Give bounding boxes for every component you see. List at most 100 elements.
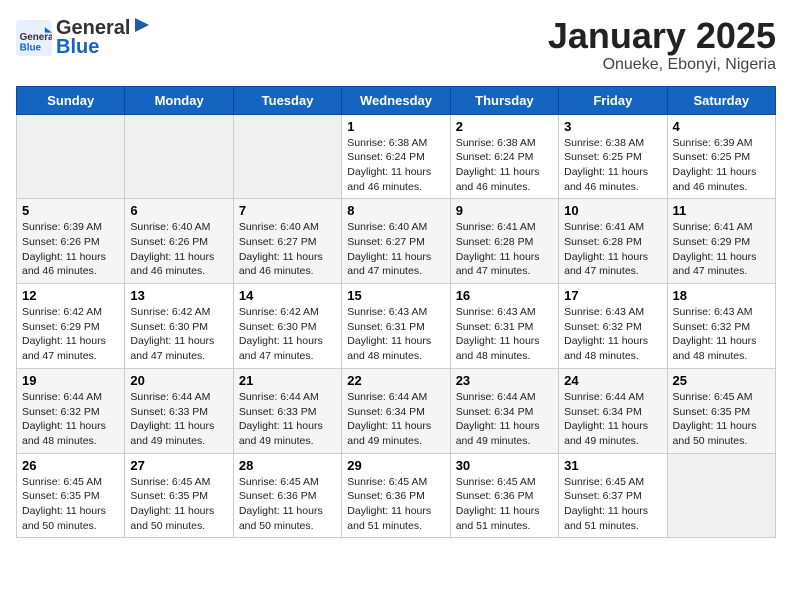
day-cell: 28 Sunrise: 6:45 AM Sunset: 6:36 PM Dayli… (233, 453, 341, 538)
day-cell: 26Sunrise: 6:45 AM Sunset: 6:35 PM Dayli… (17, 453, 125, 538)
svg-text:General: General (20, 31, 52, 42)
day-cell: 17 Sunrise: 6:43 AM Sunset: 6:32 PM Dayli… (559, 284, 667, 369)
day-number: 16 (456, 288, 553, 303)
week-row-2: 5Sunrise: 6:39 AM Sunset: 6:26 PM Daylig… (17, 199, 776, 284)
day-number: 12 (22, 288, 119, 303)
calendar-title: January 2025 (548, 16, 776, 56)
day-info: Sunrise: 6:44 AM Sunset: 6:34 PM Dayligh… (347, 390, 444, 449)
day-number: 5 (22, 203, 119, 218)
day-info: Sunrise: 6:42 AM Sunset: 6:30 PM Dayligh… (239, 305, 336, 364)
svg-text:Blue: Blue (20, 42, 42, 53)
title-block: January 2025 Onueke, Ebonyi, Nigeria (548, 16, 776, 74)
weekday-header-row: SundayMondayTuesdayWednesdayThursdayFrid… (17, 86, 776, 114)
day-info: Sunrise: 6:44 AM Sunset: 6:34 PM Dayligh… (564, 390, 661, 449)
weekday-header-friday: Friday (559, 86, 667, 114)
day-cell: 13 Sunrise: 6:42 AM Sunset: 6:30 PM Dayli… (125, 284, 233, 369)
day-info: Sunrise: 6:44 AM Sunset: 6:33 PM Dayligh… (239, 390, 336, 449)
day-cell: 5Sunrise: 6:39 AM Sunset: 6:26 PM Daylig… (17, 199, 125, 284)
day-cell: 21Sunrise: 6:44 AM Sunset: 6:33 PM Dayli… (233, 368, 341, 453)
day-info: Sunrise: 6:45 AM Sunset: 6:35 PM Dayligh… (673, 390, 770, 449)
weekday-header-wednesday: Wednesday (342, 86, 450, 114)
day-number: 31 (564, 458, 661, 473)
day-number: 29 (347, 458, 444, 473)
day-number: 30 (456, 458, 553, 473)
day-number: 25 (673, 373, 770, 388)
week-row-4: 19Sunrise: 6:44 AM Sunset: 6:32 PM Dayli… (17, 368, 776, 453)
day-number: 13 (130, 288, 227, 303)
day-number: 15 (347, 288, 444, 303)
day-number: 18 (673, 288, 770, 303)
day-info: Sunrise: 6:45 AM Sunset: 6:35 PM Dayligh… (22, 475, 119, 534)
weekday-header-monday: Monday (125, 86, 233, 114)
weekday-header-tuesday: Tuesday (233, 86, 341, 114)
day-info: Sunrise: 6:45 AM Sunset: 6:36 PM Dayligh… (456, 475, 553, 534)
day-number: 17 (564, 288, 661, 303)
day-number: 6 (130, 203, 227, 218)
weekday-header-thursday: Thursday (450, 86, 558, 114)
day-number: 19 (22, 373, 119, 388)
day-number: 28 (239, 458, 336, 473)
day-info: Sunrise: 6:41 AM Sunset: 6:29 PM Dayligh… (673, 220, 770, 279)
day-info: Sunrise: 6:45 AM Sunset: 6:35 PM Dayligh… (130, 475, 227, 534)
day-cell: 24 Sunrise: 6:44 AM Sunset: 6:34 PM Dayli… (559, 368, 667, 453)
day-cell: 2Sunrise: 6:38 AM Sunset: 6:24 PM Daylig… (450, 114, 558, 199)
day-info: Sunrise: 6:45 AM Sunset: 6:37 PM Dayligh… (564, 475, 661, 534)
day-cell: 3 Sunrise: 6:38 AM Sunset: 6:25 PM Daylig… (559, 114, 667, 199)
week-row-3: 12 Sunrise: 6:42 AM Sunset: 6:29 PM Dayli… (17, 284, 776, 369)
day-info: Sunrise: 6:42 AM Sunset: 6:29 PM Dayligh… (22, 305, 119, 364)
calendar-table: SundayMondayTuesdayWednesdayThursdayFrid… (16, 86, 776, 539)
week-row-5: 26Sunrise: 6:45 AM Sunset: 6:35 PM Dayli… (17, 453, 776, 538)
day-info: Sunrise: 6:39 AM Sunset: 6:25 PM Dayligh… (673, 136, 770, 195)
day-cell (667, 453, 775, 538)
day-cell: 20Sunrise: 6:44 AM Sunset: 6:33 PM Dayli… (125, 368, 233, 453)
day-cell: 14 Sunrise: 6:42 AM Sunset: 6:30 PM Dayli… (233, 284, 341, 369)
day-number: 8 (347, 203, 444, 218)
day-number: 24 (564, 373, 661, 388)
day-cell: 6 Sunrise: 6:40 AM Sunset: 6:26 PM Daylig… (125, 199, 233, 284)
day-info: Sunrise: 6:43 AM Sunset: 6:32 PM Dayligh… (564, 305, 661, 364)
day-info: Sunrise: 6:40 AM Sunset: 6:27 PM Dayligh… (347, 220, 444, 279)
day-cell: 4Sunrise: 6:39 AM Sunset: 6:25 PM Daylig… (667, 114, 775, 199)
day-cell: 7 Sunrise: 6:40 AM Sunset: 6:27 PM Daylig… (233, 199, 341, 284)
day-cell: 23Sunrise: 6:44 AM Sunset: 6:34 PM Dayli… (450, 368, 558, 453)
day-info: Sunrise: 6:43 AM Sunset: 6:31 PM Dayligh… (347, 305, 444, 364)
day-info: Sunrise: 6:38 AM Sunset: 6:25 PM Dayligh… (564, 136, 661, 195)
day-cell: 8 Sunrise: 6:40 AM Sunset: 6:27 PM Daylig… (342, 199, 450, 284)
day-number: 10 (564, 203, 661, 218)
day-info: Sunrise: 6:42 AM Sunset: 6:30 PM Dayligh… (130, 305, 227, 364)
day-cell: 29 Sunrise: 6:45 AM Sunset: 6:36 PM Dayli… (342, 453, 450, 538)
day-cell: 30 Sunrise: 6:45 AM Sunset: 6:36 PM Dayli… (450, 453, 558, 538)
day-number: 22 (347, 373, 444, 388)
day-cell: 12 Sunrise: 6:42 AM Sunset: 6:29 PM Dayli… (17, 284, 125, 369)
day-info: Sunrise: 6:43 AM Sunset: 6:31 PM Dayligh… (456, 305, 553, 364)
day-number: 20 (130, 373, 227, 388)
day-info: Sunrise: 6:40 AM Sunset: 6:27 PM Dayligh… (239, 220, 336, 279)
day-cell (17, 114, 125, 199)
day-number: 11 (673, 203, 770, 218)
weekday-header-sunday: Sunday (17, 86, 125, 114)
day-cell: 25 Sunrise: 6:45 AM Sunset: 6:35 PM Dayli… (667, 368, 775, 453)
page-header: General Blue General Blue January 2025 O… (16, 16, 776, 74)
logo-triangle-icon (131, 16, 149, 34)
week-row-1: 1Sunrise: 6:38 AM Sunset: 6:24 PM Daylig… (17, 114, 776, 199)
day-cell: 1Sunrise: 6:38 AM Sunset: 6:24 PM Daylig… (342, 114, 450, 199)
day-cell: 31 Sunrise: 6:45 AM Sunset: 6:37 PM Dayli… (559, 453, 667, 538)
logo: General Blue General Blue (16, 16, 149, 59)
day-cell (233, 114, 341, 199)
day-number: 3 (564, 119, 661, 134)
day-number: 9 (456, 203, 553, 218)
day-number: 14 (239, 288, 336, 303)
day-cell: 22 Sunrise: 6:44 AM Sunset: 6:34 PM Dayli… (342, 368, 450, 453)
day-info: Sunrise: 6:40 AM Sunset: 6:26 PM Dayligh… (130, 220, 227, 279)
weekday-header-saturday: Saturday (667, 86, 775, 114)
day-number: 27 (130, 458, 227, 473)
day-cell: 16 Sunrise: 6:43 AM Sunset: 6:31 PM Dayli… (450, 284, 558, 369)
day-cell: 27 Sunrise: 6:45 AM Sunset: 6:35 PM Dayli… (125, 453, 233, 538)
day-number: 7 (239, 203, 336, 218)
calendar-subtitle: Onueke, Ebonyi, Nigeria (548, 56, 776, 74)
day-info: Sunrise: 6:45 AM Sunset: 6:36 PM Dayligh… (239, 475, 336, 534)
day-cell: 11 Sunrise: 6:41 AM Sunset: 6:29 PM Dayli… (667, 199, 775, 284)
day-number: 23 (456, 373, 553, 388)
day-info: Sunrise: 6:38 AM Sunset: 6:24 PM Dayligh… (347, 136, 444, 195)
day-info: Sunrise: 6:45 AM Sunset: 6:36 PM Dayligh… (347, 475, 444, 534)
